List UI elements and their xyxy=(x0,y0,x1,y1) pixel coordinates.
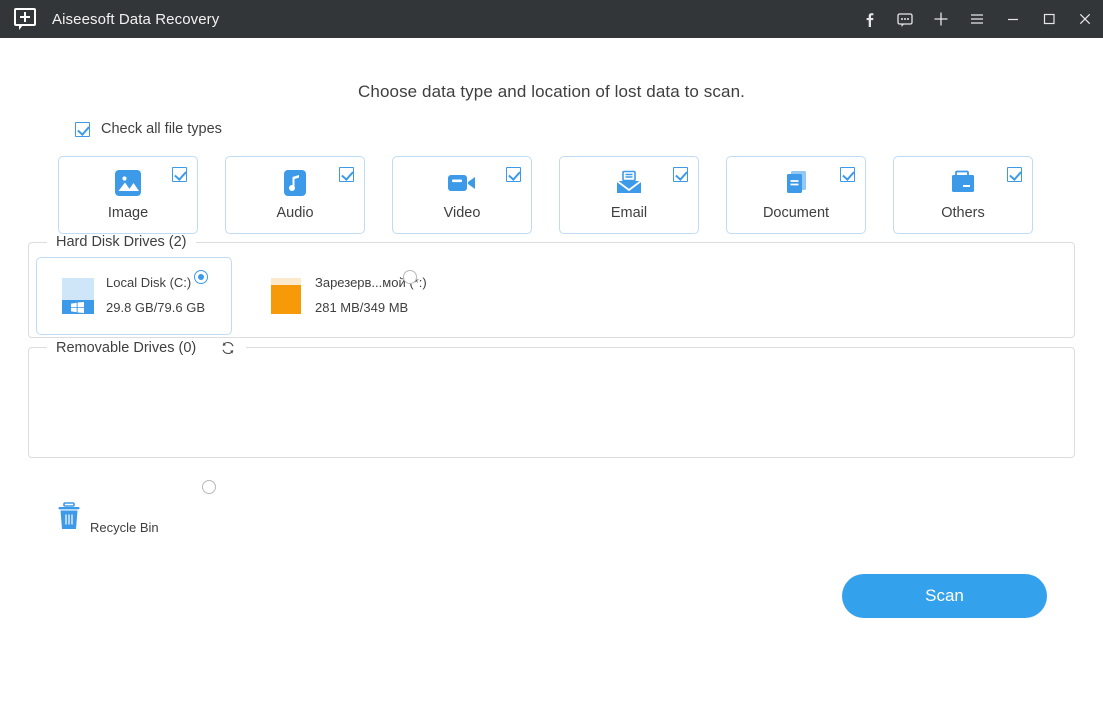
file-type-card-email[interactable]: Email xyxy=(559,156,699,234)
footer: Scan xyxy=(28,538,1075,618)
drive-info: Local Disk (C:) 29.8 GB/79.6 GB xyxy=(106,271,205,321)
file-type-card-audio[interactable]: Audio xyxy=(225,156,365,234)
minimize-icon[interactable] xyxy=(995,0,1031,38)
app-title: Aiseesoft Data Recovery xyxy=(52,11,219,28)
image-icon xyxy=(113,168,143,198)
title-bar: Aiseesoft Data Recovery xyxy=(0,0,1103,38)
email-checkbox[interactable] xyxy=(673,167,688,182)
windows-drive-icon xyxy=(62,278,94,314)
video-checkbox[interactable] xyxy=(506,167,521,182)
window-controls xyxy=(851,0,1103,38)
drive-item-local-disk-c[interactable]: Local Disk (C:) 29.8 GB/79.6 GB xyxy=(36,257,232,335)
file-type-card-others[interactable]: Others xyxy=(893,156,1033,234)
trash-icon xyxy=(56,502,82,537)
hard-disk-drives-group: Hard Disk Drives (2) Local Disk (C:) 29.… xyxy=(28,234,1075,338)
drive-radio[interactable] xyxy=(194,270,208,284)
file-type-label: Audio xyxy=(276,205,313,221)
main-content: Choose data type and location of lost da… xyxy=(0,38,1103,618)
drive-item-reserved[interactable]: Зарезерв...мой (*:) 281 MB/349 MB xyxy=(245,257,441,335)
others-checkbox[interactable] xyxy=(1007,167,1022,182)
drive-radio[interactable] xyxy=(403,270,417,284)
recycle-bin-radio[interactable] xyxy=(202,480,216,494)
document-icon xyxy=(781,168,811,198)
recycle-bin-label: Recycle Bin xyxy=(90,520,159,537)
removable-drives-label: Removable Drives (0) xyxy=(56,340,196,356)
file-type-card-image[interactable]: Image xyxy=(58,156,198,234)
hard-disk-drives-legend: Hard Disk Drives (2) xyxy=(47,234,196,250)
chat-plus-icon xyxy=(14,8,36,30)
audio-icon xyxy=(280,168,310,198)
page-title: Choose data type and location of lost da… xyxy=(28,38,1075,102)
menu-icon[interactable] xyxy=(959,0,995,38)
others-icon xyxy=(948,168,978,198)
facebook-icon[interactable] xyxy=(851,0,887,38)
maximize-icon[interactable] xyxy=(1031,0,1067,38)
audio-checkbox[interactable] xyxy=(339,167,354,182)
file-type-label: Image xyxy=(108,205,148,221)
drive-name: Local Disk (C:) xyxy=(106,275,191,290)
drive-size: 281 MB/349 MB xyxy=(315,300,408,315)
file-type-label: Others xyxy=(941,205,985,221)
file-type-card-video[interactable]: Video xyxy=(392,156,532,234)
file-type-label: Document xyxy=(763,205,829,221)
close-icon[interactable] xyxy=(1067,0,1103,38)
email-icon xyxy=(614,168,644,198)
removable-drives-legend: Removable Drives (0) xyxy=(47,338,246,357)
file-type-card-document[interactable]: Document xyxy=(726,156,866,234)
video-icon xyxy=(447,168,477,198)
check-all-label: Check all file types xyxy=(101,121,222,137)
file-type-label: Email xyxy=(611,205,647,221)
hard-disk-drives-label: Hard Disk Drives (2) xyxy=(56,234,187,250)
document-checkbox[interactable] xyxy=(840,167,855,182)
image-checkbox[interactable] xyxy=(172,167,187,182)
refresh-icon[interactable] xyxy=(218,338,237,357)
file-type-label: Video xyxy=(444,205,481,221)
hard-disk-drive-list: Local Disk (C:) 29.8 GB/79.6 GB Зарезерв… xyxy=(29,250,1074,335)
check-all-file-types[interactable]: Check all file types xyxy=(75,121,1075,137)
drive-size: 29.8 GB/79.6 GB xyxy=(106,300,205,315)
scan-button[interactable]: Scan xyxy=(842,574,1047,618)
plus-icon[interactable] xyxy=(923,0,959,38)
removable-drives-group: Removable Drives (0) xyxy=(28,338,1075,458)
check-all-checkbox[interactable] xyxy=(75,122,90,137)
recycle-bin-item[interactable]: Recycle Bin xyxy=(42,480,242,538)
orange-drive-icon xyxy=(271,278,303,314)
file-type-list: Image Audio Video xyxy=(58,156,1075,234)
feedback-icon[interactable] xyxy=(887,0,923,38)
